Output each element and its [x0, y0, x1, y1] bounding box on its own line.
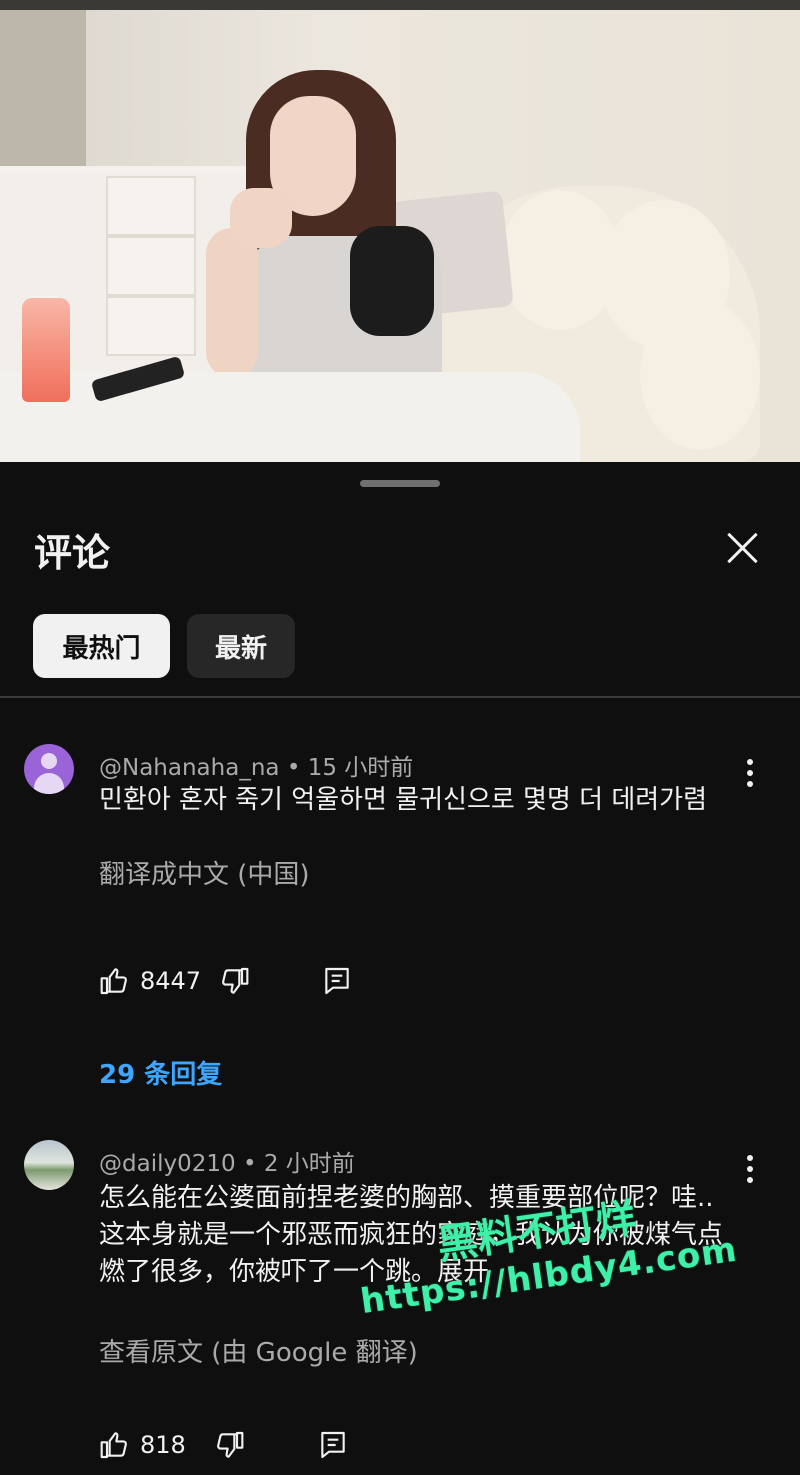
thumbs-down-icon[interactable]	[213, 1428, 245, 1462]
thumbs-up-icon[interactable]	[99, 964, 131, 998]
sheet-drag-handle[interactable]	[360, 480, 440, 487]
video-player[interactable]	[0, 0, 800, 462]
reply-icon[interactable]	[321, 964, 353, 998]
meta-separator: •	[242, 1151, 264, 1177]
comment-actions: 818	[99, 1428, 399, 1468]
sheet-divider	[0, 696, 800, 698]
comment-meta: @daily0210 • 2 小时前	[99, 1144, 355, 1178]
video-drawer	[106, 296, 196, 356]
view-replies-link[interactable]: 29 条回复	[99, 1054, 222, 1091]
video-person-sleeve	[350, 226, 434, 336]
translate-link[interactable]: 翻译成中文 (中国)	[99, 854, 310, 891]
video-table	[0, 372, 580, 462]
sheet-title: 评论	[34, 531, 111, 575]
thumbs-up-icon[interactable]	[99, 1428, 131, 1462]
comment-actions: 8447	[99, 964, 399, 1004]
avatar[interactable]	[24, 1140, 74, 1190]
comment-text: 민환아 혼자 죽기 억울하면 물귀신으로 몇명 더 데려가렴	[99, 785, 708, 815]
comment-author[interactable]: @daily0210	[99, 1151, 236, 1177]
like-count: 818	[140, 1431, 186, 1459]
video-person-hands	[230, 188, 292, 248]
video-shelf	[0, 166, 270, 174]
video-bottle	[22, 298, 70, 402]
more-options-icon[interactable]	[738, 756, 762, 792]
translate-link[interactable]: 查看原文 (由 Google 翻译)	[99, 1332, 418, 1369]
comment-meta: @Nahanaha_na • 15 小时前	[99, 748, 413, 782]
comments-sheet: 评论 最热门 最新 @Nahanaha_na • 15 小时前 민환아 혼자 죽…	[0, 462, 800, 1475]
video-drawer	[106, 176, 196, 236]
reply-icon[interactable]	[317, 1428, 349, 1462]
close-icon[interactable]	[720, 526, 764, 570]
comment-author[interactable]: @Nahanaha_na	[99, 755, 280, 781]
video-top-bar	[0, 0, 800, 10]
avatar[interactable]	[24, 744, 74, 794]
tab-newest[interactable]: 最新	[187, 614, 295, 678]
tab-top-comments[interactable]: 最热门	[33, 614, 170, 678]
comment-time: 2 小时前	[263, 1151, 355, 1177]
meta-separator: •	[286, 755, 308, 781]
video-person-arm	[206, 228, 258, 378]
video-door	[0, 10, 86, 170]
comment-time: 15 小时前	[307, 755, 414, 781]
thumbs-down-icon[interactable]	[218, 964, 250, 998]
like-count: 8447	[140, 967, 202, 995]
video-sofa-puff	[640, 300, 760, 450]
more-options-icon[interactable]	[738, 1152, 762, 1188]
video-drawer	[106, 236, 196, 296]
